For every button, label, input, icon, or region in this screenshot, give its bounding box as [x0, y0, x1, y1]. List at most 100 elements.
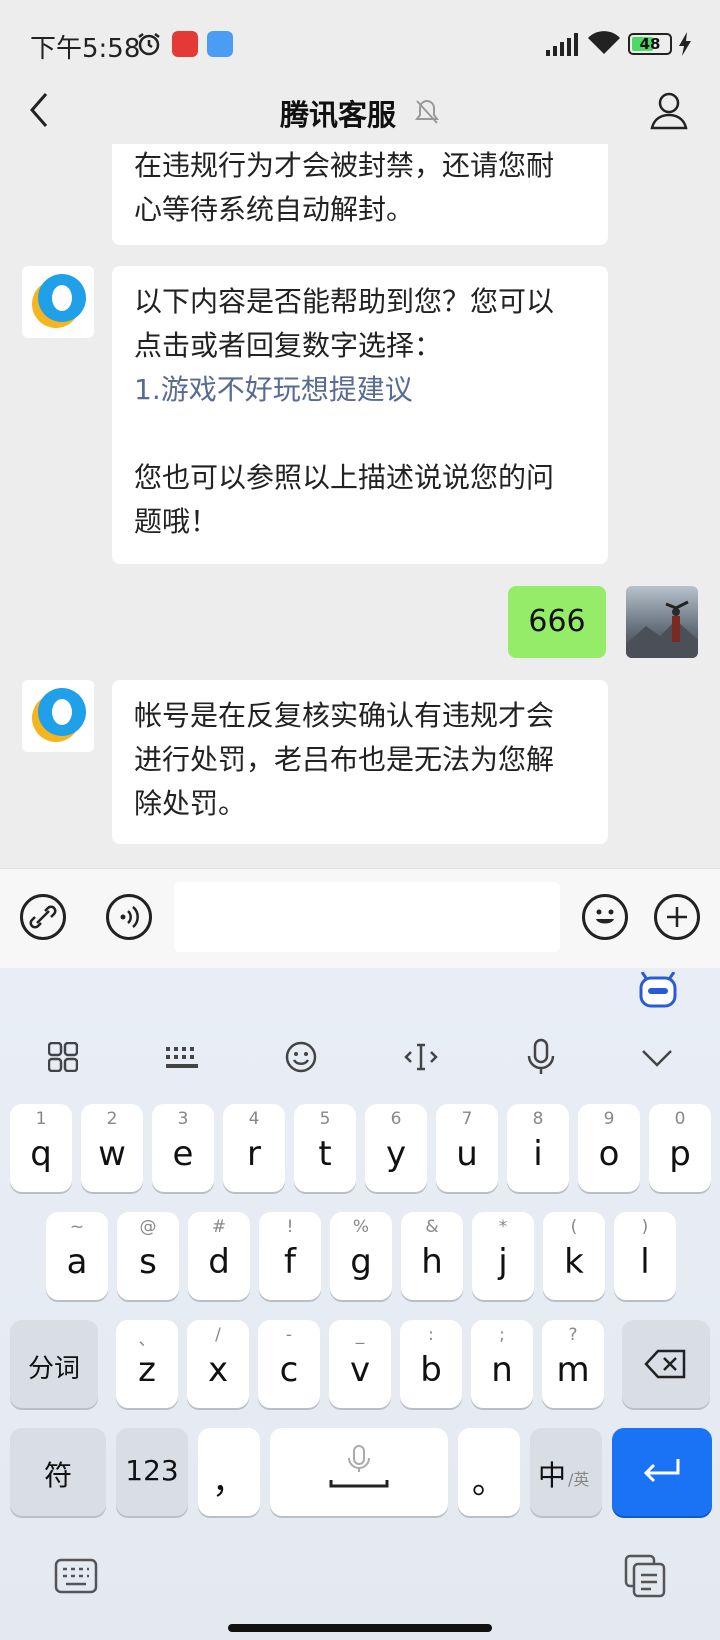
message-bubble-cs: 帐号是在反复核实确认有违规才会 进行处罚，老吕布也是无法为您解 除处罚。 [112, 680, 608, 844]
key-sub-label: 2 [106, 1109, 118, 1129]
key-label: v [349, 1350, 371, 1390]
key-u[interactable]: 7u [436, 1104, 498, 1192]
key-label: f [284, 1242, 296, 1282]
battery-level: 48 [639, 35, 661, 53]
keyboard [0, 968, 720, 1640]
avatar-cs[interactable] [22, 266, 94, 338]
alarm-icon [136, 31, 162, 61]
key-label: m [556, 1350, 590, 1390]
key-sub-label: @ [139, 1217, 157, 1237]
key-a[interactable]: ~ a [46, 1212, 108, 1300]
key-label: 符 [43, 1459, 72, 1492]
collapse-keyboard-icon[interactable] [640, 1048, 674, 1072]
key-label: l [640, 1242, 650, 1282]
key-sub-label: - [285, 1325, 293, 1345]
emoji-icon[interactable] [582, 894, 628, 940]
key-row-1: 1q 2w 3e 4r 5t 6y 7u 8i 9o 0p [10, 1104, 714, 1192]
key-language[interactable]: 中 /英 [530, 1428, 602, 1516]
key-enter[interactable] [612, 1428, 712, 1516]
emoji-icon[interactable] [284, 1040, 318, 1078]
key-l[interactable]: ) l [614, 1212, 676, 1300]
message-text: 您也可以参照以上描述说说您的问 [134, 461, 555, 494]
key-sub-label: /英 [568, 1470, 590, 1489]
key-label: c [279, 1350, 299, 1390]
key-label: t [318, 1134, 332, 1174]
key-w[interactable]: 2w [81, 1104, 143, 1192]
key-label: p [669, 1134, 691, 1174]
profile-icon[interactable] [650, 90, 688, 134]
key-o[interactable]: 9o [578, 1104, 640, 1192]
key-label: 分词 [27, 1354, 80, 1384]
key-r[interactable]: 4r [223, 1104, 285, 1192]
key-label: s [139, 1242, 157, 1282]
key-sub-label: * [498, 1217, 508, 1237]
key-label: h [421, 1242, 443, 1282]
key-q[interactable]: 1q [10, 1104, 72, 1192]
assistant-robot-icon[interactable] [638, 971, 678, 1012]
qq-logo-icon [32, 274, 86, 328]
apps-grid-icon[interactable] [47, 1041, 79, 1076]
key-x[interactable]: / x [187, 1320, 249, 1408]
cursor-move-icon[interactable] [404, 1040, 438, 1078]
keyboard-layout-icon[interactable] [164, 1046, 200, 1074]
key-v[interactable]: _ v [329, 1320, 391, 1408]
key-f[interactable]: ! f [259, 1212, 321, 1300]
key-k[interactable]: (k [543, 1212, 605, 1300]
key-t[interactable]: 5t [294, 1104, 356, 1192]
keyboard-switch-icon[interactable] [54, 1558, 98, 1598]
backspace-icon [644, 1349, 686, 1379]
key-y[interactable]: 6y [365, 1104, 427, 1192]
key-label: x [207, 1350, 229, 1390]
key-s[interactable]: @ s [117, 1212, 179, 1300]
message-bubble-user: 666 [508, 586, 606, 658]
key-fenci[interactable]: 分词 [10, 1320, 98, 1408]
key-label: ， [212, 1462, 246, 1502]
status-time: 下午5:58 [30, 34, 141, 64]
avatar-cs[interactable] [22, 680, 94, 752]
key-z[interactable]: 、 z [116, 1320, 178, 1408]
key-label: i [533, 1134, 543, 1174]
key-label: w [98, 1134, 126, 1174]
message-text: 帐号是在反复核实确认有违规才会 [134, 699, 555, 732]
key-label: j [498, 1242, 508, 1282]
message-input[interactable] [174, 882, 560, 952]
key-period[interactable]: 。 [458, 1428, 520, 1516]
key-label: e [172, 1134, 194, 1174]
key-sub-label: 3 [177, 1109, 189, 1129]
key-c[interactable]: -c [258, 1320, 320, 1408]
key-p[interactable]: 0p [649, 1104, 711, 1192]
key-symbols[interactable]: 符 [10, 1428, 106, 1516]
key-i[interactable]: 8i [507, 1104, 569, 1192]
key-comma[interactable]: ， [198, 1428, 260, 1516]
key-g[interactable]: % g [330, 1212, 392, 1300]
key-h[interactable]: & h [401, 1212, 463, 1300]
key-space[interactable] [270, 1428, 448, 1516]
key-label: u [456, 1134, 478, 1174]
key-label: k [564, 1242, 584, 1282]
avatar-user[interactable] [626, 586, 698, 658]
key-backspace[interactable] [622, 1320, 710, 1408]
signal-icon [546, 32, 580, 60]
key-numbers[interactable]: 123 [116, 1428, 188, 1516]
key-label: r [247, 1134, 261, 1174]
key-n[interactable]: ; n [471, 1320, 533, 1408]
key-m[interactable]: ? m [542, 1320, 604, 1408]
key-label: 123 [125, 1454, 179, 1487]
key-sub-label: 9 [603, 1109, 615, 1129]
link-icon[interactable] [20, 894, 66, 940]
voice-icon[interactable] [106, 894, 152, 940]
key-sub-label: % [352, 1217, 370, 1237]
message-text: 心等待系统自动解封。 [134, 193, 415, 226]
key-e[interactable]: 3e [152, 1104, 214, 1192]
key-sub-label: 8 [532, 1109, 544, 1129]
add-icon[interactable] [654, 894, 700, 940]
chat-title: 腾讯客服 [279, 98, 396, 132]
key-sub-label: & [425, 1217, 439, 1237]
key-d[interactable]: # d [188, 1212, 250, 1300]
option-link[interactable]: 1.游戏不好玩想提建议 [134, 368, 586, 412]
key-sub-label: ( [570, 1217, 578, 1237]
key-b[interactable]: :b [400, 1320, 462, 1408]
microphone-icon[interactable] [526, 1038, 556, 1080]
clipboard-icon[interactable] [624, 1554, 666, 1602]
key-j[interactable]: * j [472, 1212, 534, 1300]
